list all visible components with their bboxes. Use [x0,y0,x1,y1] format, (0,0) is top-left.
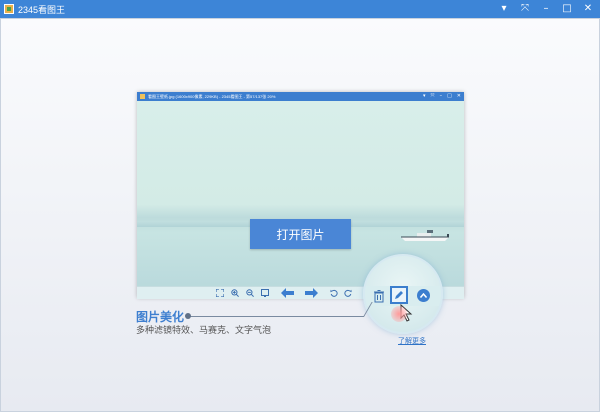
edit-icon[interactable] [390,286,408,304]
preview-title: 看图王壁纸.jpg (1600x900像素, 229KB) - 2345看图王 … [148,93,276,99]
window-title: 2345看图王 [18,4,66,15]
fullscreen-icon[interactable]: ⤧ [519,4,531,14]
preview-fullscreen-icon: ⤧ [430,93,435,99]
zoom-out-icon[interactable] [245,288,255,298]
more-up-icon[interactable] [417,289,430,302]
callout-dot [185,313,191,319]
close-icon[interactable]: ✕ [582,4,594,14]
prev-arrow-icon[interactable] [280,288,294,298]
preview-menu-icon: ▾ [423,93,426,99]
magnifier-callout [363,254,443,334]
menu-dropdown-icon[interactable]: ▾ [498,4,510,14]
click-highlight [391,306,407,322]
fit-icon[interactable] [215,288,225,298]
rotate-left-icon[interactable] [329,288,339,298]
feature-description: 多种滤镜特效、马赛克、文字气泡 [136,326,272,336]
next-arrow-icon[interactable] [304,288,318,298]
open-image-button[interactable]: 打开图片 [250,219,351,249]
preview-app-icon [140,94,145,99]
actual-size-icon[interactable] [260,288,270,298]
window-controls: ▾ ⤧ – □ ✕ [498,0,594,18]
preview-close-icon: ✕ [456,93,461,99]
zoom-in-icon[interactable] [230,288,240,298]
preview-minimize-icon: – [439,93,443,99]
maximize-icon[interactable]: □ [561,4,573,14]
learn-more-link[interactable]: 了解更多 [398,336,426,346]
minimize-icon[interactable]: – [540,4,552,14]
delete-icon[interactable] [372,289,386,303]
preview-window-controls: ▾ ⤧ – □ ✕ [423,92,461,101]
app-logo-icon [4,4,14,14]
boat-image [401,230,449,241]
app-titlebar: 2345看图王 ▾ ⤧ – □ ✕ [0,0,600,18]
preview-titlebar: 看图王壁纸.jpg (1600x900像素, 229KB) - 2345看图王 … [137,92,464,101]
rotate-right-icon[interactable] [343,288,353,298]
callout-line [188,316,364,317]
preview-maximize-icon: □ [447,93,452,99]
